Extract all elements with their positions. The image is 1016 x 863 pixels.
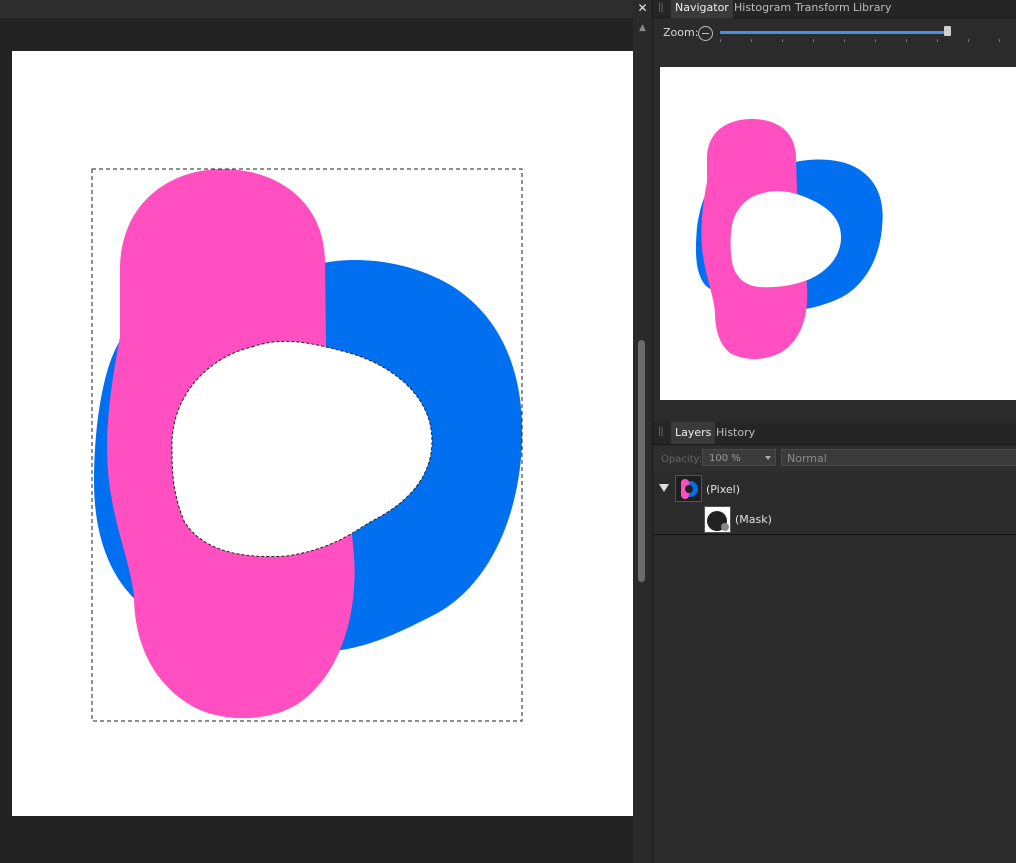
expand-triangle-icon[interactable] bbox=[659, 484, 669, 492]
zoom-slider[interactable] bbox=[720, 26, 951, 36]
opacity-label: Opacity: bbox=[661, 454, 703, 465]
zoom-out-icon[interactable] bbox=[698, 26, 713, 41]
zoom-tick bbox=[751, 39, 752, 42]
tab-history[interactable]: History bbox=[712, 422, 759, 444]
zoom-slider-fill bbox=[720, 31, 948, 34]
tab-layers[interactable]: Layers bbox=[671, 422, 716, 444]
zoom-tick bbox=[782, 39, 783, 42]
layer-row-mask[interactable]: (Mask) bbox=[653, 504, 1016, 535]
zoom-tick bbox=[999, 39, 1000, 42]
scrollbar-thumb[interactable] bbox=[638, 340, 645, 582]
layer-thumbnail bbox=[675, 475, 702, 502]
blend-mode-value: Normal bbox=[787, 452, 827, 465]
zoom-tick bbox=[906, 39, 907, 42]
layer-name: (Mask) bbox=[735, 513, 772, 526]
zoom-ticks bbox=[720, 39, 1016, 43]
navigator-preview[interactable] bbox=[660, 67, 1016, 400]
zoom-tick bbox=[844, 39, 845, 42]
zoom-tick bbox=[968, 39, 969, 42]
scroll-up-icon[interactable]: ▲ bbox=[633, 23, 652, 33]
vertical-scrollbar[interactable]: ▲ bbox=[633, 18, 652, 863]
opacity-value: 100 % bbox=[709, 453, 741, 464]
panel-grip-icon[interactable]: || bbox=[658, 2, 664, 14]
zoom-tick bbox=[813, 39, 814, 42]
artwork bbox=[91, 168, 523, 722]
panel-grip-icon[interactable]: || bbox=[658, 426, 664, 438]
opacity-dropdown[interactable]: 100 % bbox=[702, 449, 776, 466]
zoom-tick bbox=[720, 39, 721, 42]
pixel-thumbnail-art bbox=[681, 479, 698, 499]
layer-row-pixel[interactable]: (Pixel) bbox=[653, 474, 1016, 504]
zoom-tick bbox=[875, 39, 876, 42]
navigator-tab-bar: || Navigator Histogram Transform Library bbox=[653, 0, 1016, 20]
blend-mode-dropdown[interactable]: Normal bbox=[781, 449, 1016, 466]
zoom-slider-thumb[interactable] bbox=[944, 26, 951, 36]
canvas-area[interactable] bbox=[0, 0, 633, 863]
layer-properties-row: Opacity: 100 % Normal bbox=[653, 446, 1016, 472]
navigator-body: Zoom: bbox=[653, 18, 1016, 415]
tab-transform[interactable]: Transform bbox=[791, 0, 854, 20]
preview-artwork bbox=[695, 119, 883, 359]
studio-panels: || Navigator Histogram Transform Library… bbox=[652, 0, 1016, 863]
document-tab-bar bbox=[0, 0, 633, 18]
close-document-icon[interactable]: ✕ bbox=[633, 0, 652, 18]
document-canvas[interactable] bbox=[12, 51, 633, 816]
zoom-label: Zoom: bbox=[663, 26, 699, 39]
tab-histogram[interactable]: Histogram bbox=[730, 0, 795, 20]
zoom-tick bbox=[937, 39, 938, 42]
tab-library[interactable]: Library bbox=[849, 0, 895, 20]
chevron-down-icon bbox=[765, 456, 771, 460]
layer-name: (Pixel) bbox=[706, 483, 741, 496]
tab-navigator[interactable]: Navigator bbox=[671, 0, 733, 20]
layers-tab-bar: || Layers History bbox=[653, 422, 1016, 445]
mask-thumbnail-art bbox=[707, 511, 729, 531]
layer-list: (Pixel) (Mask) bbox=[653, 474, 1016, 863]
mask-thumbnail bbox=[704, 506, 731, 533]
